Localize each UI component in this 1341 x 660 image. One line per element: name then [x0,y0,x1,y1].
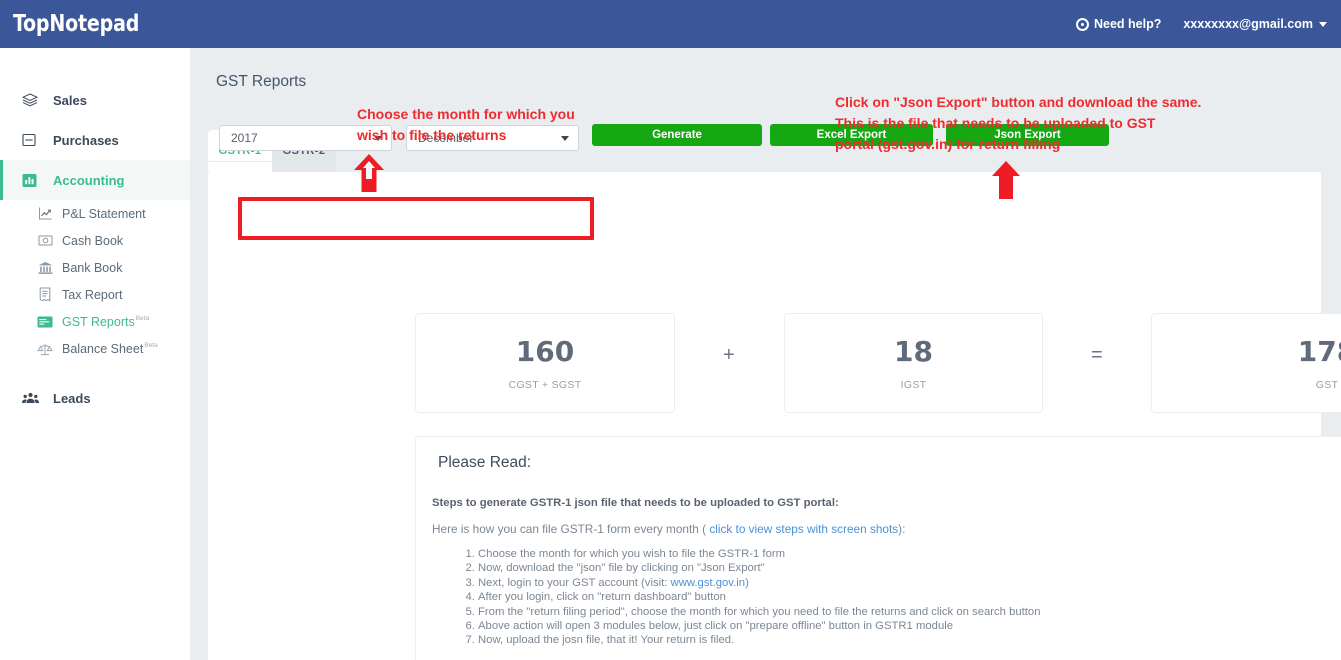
sidebar-item-sales[interactable]: Sales [0,80,190,120]
receipt-icon [35,287,55,302]
cgst-sgst-caption: CGST + SGST [508,379,582,391]
sidebar-item-label: P&L Statement [62,206,146,221]
please-read-title: Please Read: [438,454,532,471]
user-email-label: xxxxxxxx@gmail.com [1183,17,1313,31]
sidebar-item-label: Accounting [53,172,125,188]
people-icon [22,392,44,405]
list-item: Next, login to your GST account (visit: … [478,576,1041,590]
gst-value: 178 [1297,335,1341,368]
sidebar-item-label: Purchases [53,132,119,148]
bar-chart-icon [22,173,44,188]
sidebar-navigation: Sales Purchases Accounting P&L Statement… [0,48,190,660]
money-icon [35,234,55,247]
arrow-up-icon [990,160,1022,200]
line-chart-icon [35,206,55,221]
sidebar-item-tax-report[interactable]: Tax Report [0,281,190,308]
sidebar-item-label: Bank Book [62,260,123,275]
sidebar-item-label: Sales [53,92,87,108]
chevron-down-icon [1319,21,1327,27]
cgst-sgst-card: 160 CGST + SGST [415,313,675,413]
please-read-section: Please Read: Steps to generate GSTR-1 js… [415,436,1341,660]
need-help-label: Need help? [1093,17,1162,31]
please-read-subtitle: Steps to generate GSTR-1 json file that … [432,497,839,509]
app-root: TopNotepad Need help? xxxxxxxx@gmail.com [0,0,1341,660]
bank-icon [35,261,55,275]
generate-button[interactable]: Generate [592,124,762,146]
sidebar-item-label: GST ReportsBeta [62,314,150,329]
question-circle-icon [1075,17,1089,31]
year-select-value: 2017 [231,131,258,145]
gst-total-card: 178 GST [1151,313,1341,413]
sidebar-item-label: Cash Book [62,233,124,248]
top-navigation-bar: TopNotepad Need help? xxxxxxxx@gmail.com [0,0,1341,48]
cgst-sgst-value: 160 [515,335,575,368]
box-icon [22,133,44,147]
sidebar-item-pl-statement[interactable]: P&L Statement [0,200,190,227]
list-item: Above action will open 3 modules below, … [478,619,1041,633]
card-icon [35,316,55,328]
annotation-json-note: Click on "Json Export" button and downlo… [835,94,1202,152]
sidebar-item-balance-sheet[interactable]: Balance SheetBeta [0,335,190,362]
equals-operator: = [1091,344,1103,366]
app-logo[interactable]: TopNotepad [13,11,139,37]
igst-value: 18 [894,335,933,368]
page-title: GST Reports [216,73,307,90]
beta-badge: Beta [144,342,158,350]
user-account-menu[interactable]: xxxxxxxx@gmail.com [1183,17,1327,31]
layers-icon [22,92,44,108]
sidebar-item-gst-reports[interactable]: GST ReportsBeta [0,308,190,335]
sidebar-item-bank-book[interactable]: Bank Book [0,254,190,281]
list-item: From the "return filing period", choose … [478,605,1041,619]
sidebar-item-leads[interactable]: Leads [0,378,190,418]
sidebar-item-cash-book[interactable]: Cash Book [0,227,190,254]
list-item: Choose the month for which you wish to f… [478,547,1041,561]
please-read-intro: Here is how you can file GSTR-1 form eve… [432,522,906,536]
sidebar-item-accounting[interactable]: Accounting [0,160,190,200]
igst-caption: IGST [900,379,927,391]
topbar-right-group: Need help? xxxxxxxx@gmail.com [1075,17,1327,31]
arrow-up-icon [352,153,386,193]
plus-operator: + [723,344,735,366]
annotation-month-note: Choose the month for which you wish to f… [357,106,575,143]
gst-caption: GST [1315,379,1339,391]
please-read-steps: Choose the month for which you wish to f… [464,547,1041,648]
list-item: After you login, click on "return dashbo… [478,590,1041,604]
sidebar-item-label: Tax Report [62,287,123,302]
sidebar-item-label: Balance SheetBeta [62,341,158,356]
list-item: Now, upload the josn file, that it! Your… [478,633,1041,647]
beta-badge: Beta [135,315,150,323]
view-steps-link[interactable]: click to view steps with screen shots [709,522,898,536]
need-help-button[interactable]: Need help? [1075,17,1162,31]
sidebar-item-purchases[interactable]: Purchases [0,120,190,160]
gst-portal-link[interactable]: www.gst.gov.in [671,577,746,589]
scales-icon [35,342,55,356]
igst-card: 18 IGST [784,313,1043,413]
sidebar-item-label: Leads [53,390,91,406]
list-item: Now, download the "json" file by clickin… [478,561,1041,575]
